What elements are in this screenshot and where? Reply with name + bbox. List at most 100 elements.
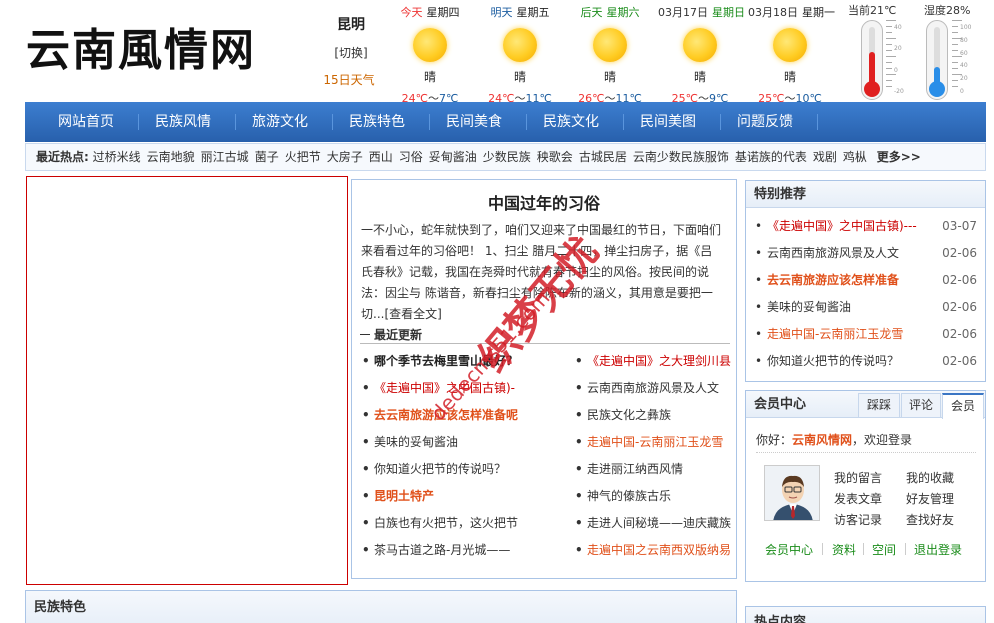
site-logo[interactable]: 云南風情网 bbox=[26, 14, 256, 78]
latest-item-link[interactable]: 神气的傣族古乐 bbox=[587, 489, 671, 503]
bullet-icon: • bbox=[575, 489, 583, 503]
space-link[interactable]: 空间 bbox=[872, 541, 896, 558]
gauge-tick-label: 40 bbox=[894, 24, 902, 31]
forecast-15day-link[interactable]: 15日天气 bbox=[322, 71, 376, 88]
welcome-prefix: 你好： bbox=[756, 433, 793, 447]
weather-day-label: 今天 bbox=[400, 6, 423, 19]
hot-topic-link[interactable]: 少数民族 bbox=[483, 150, 531, 164]
main-nav: 网站首页 民族风情 旅游文化 民族特色 民间美食 民族文化 民间美图 问题反馈 bbox=[25, 102, 986, 142]
latest-item-link[interactable]: 你知道火把节的传说吗？ bbox=[374, 462, 506, 476]
article-title[interactable]: 中国过年的习俗 bbox=[352, 190, 736, 214]
recommend-panel: 特别推荐 • 《走遍中国》之中国古镇)--- 03-07 • 云南西南旅游风景及人文 02… bbox=[745, 180, 986, 382]
latest-item: • 去云南旅游应该怎样准备呢 bbox=[362, 406, 518, 423]
bullet-icon: • bbox=[575, 543, 583, 557]
nav-folk-photos[interactable]: 民间美图 bbox=[623, 102, 713, 142]
avatar[interactable] bbox=[764, 465, 820, 521]
hot-topics-bar: 最近热点: 过桥米线 云南地貌 丽江古城 菌子 火把节 大房子 西山 习俗 妥甸酱油 少数民族 秧歌… bbox=[25, 143, 986, 171]
hot-topic-link[interactable]: 古城民居 bbox=[579, 150, 627, 164]
logout-link[interactable]: 退出登录 bbox=[914, 541, 962, 558]
recommend-link[interactable]: 去云南旅游应该怎样准备 bbox=[767, 273, 899, 287]
hygrometer-bulb bbox=[929, 81, 945, 97]
hot-topic-link[interactable]: 过桥米线 bbox=[93, 150, 141, 164]
recommend-link[interactable]: 《走遍中国》之中国古镇)--- bbox=[767, 219, 917, 233]
my-messages-link[interactable]: 我的留言 bbox=[834, 469, 882, 486]
latest-item-link[interactable]: 昆明土特产 bbox=[374, 489, 434, 503]
my-favorites-link[interactable]: 我的收藏 bbox=[906, 469, 954, 486]
latest-item: • 昆明土特产 bbox=[362, 487, 434, 504]
latest-item-link[interactable]: 走进丽江纳西风情 bbox=[587, 462, 683, 476]
bullet-icon: • bbox=[362, 354, 370, 368]
latest-item-link[interactable]: 走遍中国之云南西双版纳易 bbox=[587, 543, 731, 557]
latest-updates-header: 最近更新 bbox=[360, 324, 730, 344]
find-friends-link[interactable]: 查找好友 bbox=[906, 511, 954, 528]
gauge-tick-label: 60 bbox=[960, 49, 968, 57]
member-center-link[interactable]: 会员中心 bbox=[765, 541, 813, 558]
hygrometer-icon bbox=[926, 20, 948, 100]
latest-item-link[interactable]: 哪个季节去梅里雪山最好？ bbox=[374, 354, 518, 368]
hot-topic-link[interactable]: 云南少数民族服饰 bbox=[633, 150, 729, 164]
hot-topic-link[interactable]: 火把节 bbox=[285, 150, 321, 164]
nav-travel-culture[interactable]: 旅游文化 bbox=[235, 102, 325, 142]
hot-topic-link[interactable]: 鸡枞 bbox=[843, 150, 867, 164]
bullet-icon: • bbox=[575, 381, 583, 395]
latest-item-link[interactable]: 民族文化之彝族 bbox=[587, 408, 671, 422]
gauge-tick-label: -20 bbox=[894, 88, 904, 95]
latest-item-link[interactable]: 美味的妥甸酱油 bbox=[374, 435, 458, 449]
member-panel: 会员中心 踩踩 评论 会员 你好：云南风情网，欢迎登录 我的留言 我的收藏 发表… bbox=[745, 390, 986, 582]
recommend-item: • 去云南旅游应该怎样准备 02-06 bbox=[755, 267, 983, 293]
tab-caicai[interactable]: 踩踩 bbox=[858, 393, 900, 417]
hot-topic-link[interactable]: 西山 bbox=[369, 150, 393, 164]
nav-ethnic-features[interactable]: 民族特色 bbox=[332, 102, 422, 142]
gauge-tick-label: 100 bbox=[960, 24, 972, 31]
latest-item-link[interactable]: 走遍中国-云南丽江玉龙雪 bbox=[587, 435, 723, 449]
recommend-link[interactable]: 走遍中国-云南丽江玉龙雪 bbox=[767, 327, 903, 341]
bullet-icon: • bbox=[362, 408, 370, 422]
profile-link[interactable]: 资料 bbox=[832, 541, 856, 558]
friend-manage-link[interactable]: 好友管理 bbox=[906, 490, 954, 507]
city-switch-link[interactable]: [切换] bbox=[326, 44, 376, 61]
hot-topic-link[interactable]: 云南地貌 bbox=[147, 150, 195, 164]
visitor-log-link[interactable]: 访客记录 bbox=[834, 511, 882, 528]
nav-feedback[interactable]: 问题反馈 bbox=[720, 102, 810, 142]
latest-item: • 《走遍中国》之中国古镇)- bbox=[362, 379, 515, 396]
hot-topic-link[interactable]: 妥甸酱油 bbox=[429, 150, 477, 164]
nav-home[interactable]: 网站首页 bbox=[41, 102, 131, 142]
latest-item-link[interactable]: 去云南旅游应该怎样准备呢 bbox=[374, 408, 518, 422]
latest-item-link[interactable]: 《走遍中国》之中国古镇)- bbox=[374, 381, 515, 395]
recommend-link[interactable]: 美味的妥甸酱油 bbox=[767, 300, 851, 314]
hot-topic-link[interactable]: 戏剧 bbox=[813, 150, 837, 164]
latest-item: • 你知道火把节的传说吗？ bbox=[362, 460, 506, 477]
nav-ethnic-culture[interactable]: 民族文化 bbox=[526, 102, 616, 142]
weather-weekday: 星期一 bbox=[802, 6, 835, 19]
latest-item-link[interactable]: 走进人间秘境——迪庆藏族 bbox=[587, 516, 731, 530]
weather-day-label: 03月17日 bbox=[658, 6, 708, 19]
sunny-icon bbox=[683, 28, 717, 62]
hot-topic-link[interactable]: 秧歌会 bbox=[537, 150, 573, 164]
bullet-icon: • bbox=[755, 219, 763, 233]
hot-more-link[interactable]: 更多>> bbox=[877, 150, 921, 164]
tab-comments[interactable]: 评论 bbox=[901, 393, 941, 417]
recommend-link[interactable]: 你知道火把节的传说吗？ bbox=[767, 354, 899, 368]
weather-day-4: 03月18日 星期一 晴 25℃～10℃ bbox=[748, 4, 835, 106]
latest-item-link[interactable]: 白族也有火把节，这火把节 bbox=[374, 516, 518, 530]
gauge-tick-label: 40 bbox=[960, 62, 968, 70]
bullet-icon: • bbox=[755, 300, 763, 314]
hot-topic-link[interactable]: 习俗 bbox=[399, 150, 423, 164]
bullet-icon: • bbox=[362, 489, 370, 503]
latest-item-link[interactable]: 《走遍中国》之大理剑川县 bbox=[587, 354, 731, 368]
nav-ethnic-customs[interactable]: 民族风情 bbox=[138, 102, 228, 142]
latest-item-link[interactable]: 云南西南旅游风景及人文 bbox=[587, 381, 719, 395]
read-more-link[interactable]: [查看全文] bbox=[384, 307, 441, 321]
nav-folk-food[interactable]: 民间美食 bbox=[429, 102, 519, 142]
post-article-link[interactable]: 发表文章 bbox=[834, 490, 882, 507]
recommend-link[interactable]: 云南西南旅游风景及人文 bbox=[767, 246, 899, 260]
hot-topic-link[interactable]: 丽江古城 bbox=[201, 150, 249, 164]
hot-topic-link[interactable]: 基诺族的代表 bbox=[735, 150, 807, 164]
hot-topic-link[interactable]: 大房子 bbox=[327, 150, 363, 164]
gauge-tick-label: 20 bbox=[894, 45, 902, 53]
tab-member[interactable]: 会员 bbox=[942, 393, 984, 419]
latest-item-link[interactable]: 茶马古道之路-月光城—— bbox=[374, 543, 510, 557]
hot-topic-link[interactable]: 菌子 bbox=[255, 150, 279, 164]
gauge-tick-label: 0 bbox=[960, 88, 964, 95]
bullet-icon: • bbox=[755, 273, 763, 287]
